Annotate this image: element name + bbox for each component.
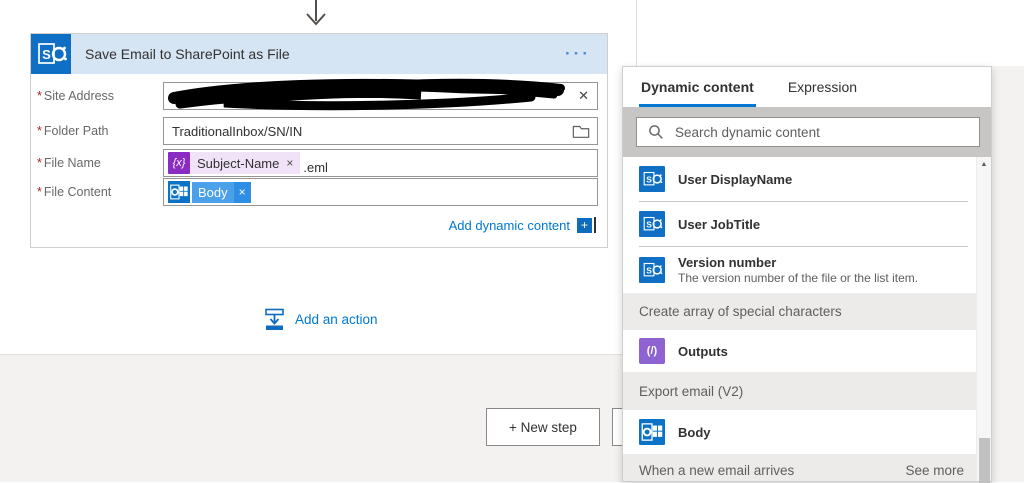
svg-text:S: S (646, 174, 652, 184)
text-cursor (594, 217, 596, 233)
search-box[interactable] (636, 117, 980, 147)
search-icon (649, 125, 663, 139)
remove-token-icon[interactable]: × (286, 156, 293, 170)
field-label: * Folder Path (37, 124, 109, 138)
canvas-right-strip (992, 66, 1024, 482)
svg-text:S: S (646, 219, 652, 229)
scroll-up-icon[interactable]: ▲ (977, 161, 991, 168)
insert-action-icon (265, 308, 284, 330)
dynamic-content-panel: Dynamic content Expression S User Displa… (622, 66, 992, 483)
folder-picker-icon[interactable] (572, 123, 590, 139)
section-header-create-array: Create array of special characters (623, 293, 978, 330)
svg-text:S: S (42, 47, 51, 62)
new-step-button[interactable]: + New step (486, 408, 600, 446)
section-header-export-email: Export email (V2) (623, 372, 978, 410)
section-header-when-new-email: When a new email arrives See more (623, 454, 978, 481)
flow-connector-arrow-icon (306, 0, 326, 26)
folder-path-input[interactable]: TraditionalInbox/SN/IN (163, 117, 598, 145)
body-token[interactable]: Body (192, 181, 234, 203)
redaction-scribble (168, 78, 565, 111)
required-mark: * (37, 124, 42, 138)
search-input[interactable] (673, 123, 979, 141)
search-area (623, 107, 991, 157)
outlook-icon (639, 419, 665, 445)
sharepoint-icon: S (639, 166, 665, 192)
add-action-button[interactable]: Add an action (263, 308, 378, 331)
see-more-link[interactable]: See more (905, 463, 964, 478)
subject-name-token[interactable]: Subject-Name × (190, 152, 301, 174)
scrollbar-thumb[interactable] (979, 438, 990, 483)
clear-icon[interactable]: ✕ (578, 83, 589, 109)
expression-fx-icon: {x} (168, 152, 190, 174)
sharepoint-icon: S (639, 257, 665, 283)
site-address-input[interactable]: ✕ (163, 78, 598, 111)
field-row-site-address: * Site Address ✕ (31, 78, 609, 111)
dynamic-content-list: S User DisplayName S User JobTitle S Ver… (623, 157, 978, 481)
field-row-file-content: * File Content Body × (31, 178, 609, 206)
field-label: * Site Address (37, 89, 115, 103)
outlook-icon (168, 181, 190, 203)
outputs-icon: (/) (639, 338, 665, 364)
tab-expression[interactable]: Expression (788, 67, 857, 107)
field-label: * File Content (37, 185, 112, 199)
remove-token-icon[interactable]: × (233, 181, 251, 203)
file-name-input[interactable]: {x} Subject-Name × .eml (163, 149, 598, 177)
panel-scrollbar[interactable]: ▲ (976, 157, 991, 483)
file-name-suffix: .eml (303, 159, 328, 175)
field-label: * File Name (37, 156, 101, 170)
panel-tabs: Dynamic content Expression (623, 67, 991, 107)
add-action-label: Add an action (295, 312, 378, 327)
action-card-header[interactable]: S Save Email to SharePoint as File ··· (31, 34, 607, 74)
folder-path-value: TraditionalInbox/SN/IN (172, 123, 303, 139)
list-item-outputs[interactable]: (/) Outputs (623, 330, 978, 372)
required-mark: * (37, 156, 42, 170)
tab-dynamic-content[interactable]: Dynamic content (639, 67, 756, 107)
action-card: S Save Email to SharePoint as File ··· *… (30, 33, 608, 248)
list-item-body[interactable]: Body (623, 410, 978, 454)
svg-text:S: S (646, 265, 652, 275)
designer-divider (636, 0, 637, 66)
list-item-version-number[interactable]: S Version number The version number of t… (623, 247, 978, 293)
sharepoint-icon: S (31, 34, 71, 74)
required-mark: * (37, 185, 42, 199)
list-item-user-jobtitle[interactable]: S User JobTitle (623, 202, 978, 246)
field-row-folder-path: * Folder Path TraditionalInbox/SN/IN (31, 117, 609, 145)
action-title: Save Email to SharePoint as File (85, 46, 290, 62)
required-mark: * (37, 89, 42, 103)
plus-icon[interactable]: + (577, 217, 592, 233)
file-content-input[interactable]: Body × (163, 178, 598, 206)
field-row-file-name: * File Name {x} Subject-Name × .eml (31, 149, 609, 177)
action-menu-ellipsis-icon[interactable]: ··· (565, 44, 607, 64)
list-item-user-displayname[interactable]: S User DisplayName (623, 157, 978, 201)
sharepoint-icon: S (639, 211, 665, 237)
add-dynamic-content-link[interactable]: Add dynamic content + (449, 217, 596, 233)
